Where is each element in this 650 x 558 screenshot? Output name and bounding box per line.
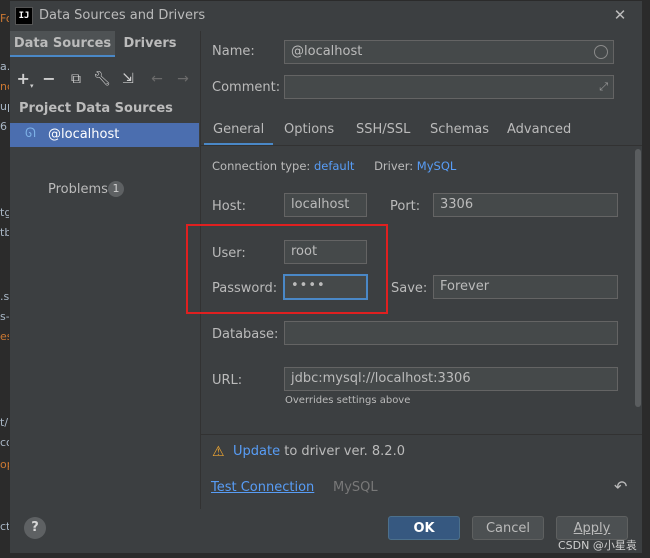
- warning-text-row: Update to driver ver. 8.2.0: [233, 444, 405, 459]
- url-hint: Overrides settings above: [285, 395, 411, 406]
- connection-type-link[interactable]: default: [314, 159, 354, 173]
- driver-warning-bar: ⚠ Update to driver ver. 8.2.0: [201, 434, 642, 469]
- comment-field[interactable]: ⤢: [284, 75, 614, 99]
- intellij-app-icon: IJ: [15, 7, 33, 25]
- help-icon[interactable]: ?: [24, 517, 46, 539]
- problems-label[interactable]: Problems: [48, 182, 108, 197]
- window-title: Data Sources and Drivers: [39, 8, 206, 23]
- close-icon[interactable]: ✕: [610, 5, 630, 25]
- remove-icon[interactable]: −: [39, 69, 59, 89]
- title-bar: IJ Data Sources and Drivers ✕: [10, 1, 642, 31]
- back-arrow-icon[interactable]: ←: [147, 69, 167, 89]
- wrench-icon[interactable]: 🔧︎: [92, 69, 112, 89]
- warning-text: to driver ver. 8.2.0: [284, 444, 405, 459]
- datasource-label: @localhost: [48, 127, 120, 142]
- tab-schemas[interactable]: Schemas: [430, 119, 489, 145]
- color-circle-icon[interactable]: [594, 45, 608, 59]
- host-label: Host:: [212, 199, 246, 214]
- editor-background-strip: Fo a. nc up 6 tg tb .s s- es t/ co op ct: [0, 0, 9, 558]
- database-label: Database:: [212, 327, 279, 342]
- tab-ssh-ssl[interactable]: SSH/SSL: [356, 119, 410, 145]
- mysql-dolphin-icon: ᘏ: [25, 126, 36, 141]
- problems-count-badge: 1: [108, 181, 124, 197]
- save-label: Save:: [391, 281, 428, 296]
- cancel-button[interactable]: Cancel: [472, 516, 544, 540]
- test-connection-link[interactable]: Test Connection: [211, 480, 314, 495]
- warning-icon: ⚠: [212, 444, 225, 460]
- project-data-sources-header: Project Data Sources: [19, 101, 173, 116]
- port-field[interactable]: 3306: [433, 193, 618, 217]
- make-global-icon[interactable]: ⇲: [118, 69, 138, 89]
- add-icon[interactable]: +▾: [15, 69, 35, 90]
- forward-arrow-icon[interactable]: →: [173, 69, 193, 89]
- tab-data-sources[interactable]: Data Sources: [10, 31, 115, 57]
- vertical-scrollbar[interactable]: [635, 149, 641, 407]
- driver-label: Driver:: [374, 159, 414, 173]
- comment-label: Comment:: [212, 80, 281, 95]
- url-label: URL:: [212, 373, 243, 388]
- name-label: Name:: [212, 44, 255, 59]
- datasource-item-localhost[interactable]: ᘏ @localhost: [10, 123, 199, 147]
- tab-advanced[interactable]: Advanced: [507, 119, 571, 145]
- watermark: CSDN @小星袁: [558, 539, 637, 552]
- connection-type-label: Connection type:: [212, 159, 311, 173]
- tab-drivers[interactable]: Drivers: [115, 31, 185, 57]
- annotation-highlight-box: [186, 224, 388, 314]
- name-field[interactable]: @localhost: [284, 40, 614, 64]
- database-field[interactable]: [284, 321, 618, 345]
- save-select[interactable]: Forever: [433, 275, 618, 299]
- driver-link[interactable]: MySQL: [417, 159, 457, 173]
- left-panel: Data Sources Drivers +▾ − ⧉ 🔧︎ ⇲ ← → Pro…: [10, 31, 201, 509]
- url-field[interactable]: jdbc:mysql://localhost:3306: [284, 367, 618, 391]
- port-label: Port:: [390, 199, 421, 214]
- expand-icon[interactable]: ⤢: [599, 76, 608, 98]
- copy-icon[interactable]: ⧉: [66, 69, 86, 89]
- tab-options[interactable]: Options: [284, 119, 334, 145]
- host-field[interactable]: localhost: [284, 193, 367, 217]
- tabs-divider: [201, 145, 642, 146]
- tab-general[interactable]: General: [203, 119, 274, 146]
- dialog-button-bar: ? OK Cancel Apply: [10, 509, 642, 553]
- connection-type-row: Connection type: default Driver: MySQL: [212, 159, 456, 173]
- revert-icon[interactable]: ↶: [614, 477, 627, 496]
- name-value: @localhost: [291, 44, 363, 59]
- update-driver-link[interactable]: Update: [233, 444, 280, 459]
- driver-name-label: MySQL: [333, 480, 378, 495]
- ok-button[interactable]: OK: [388, 516, 460, 540]
